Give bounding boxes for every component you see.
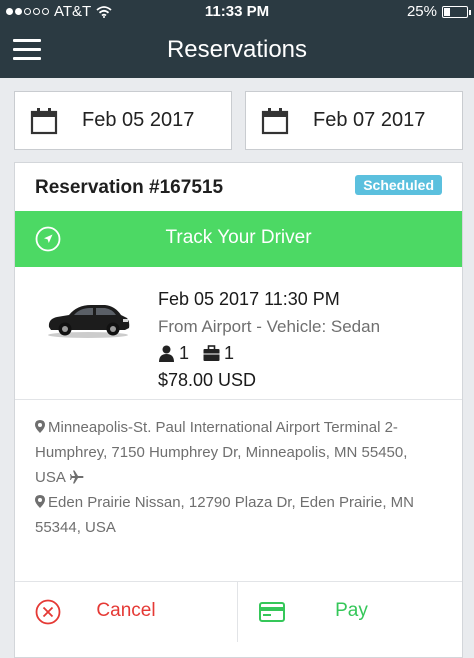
pickup-address-line-1: Minneapolis-St. Paul International Airpo… <box>48 419 398 436</box>
pickup-address: Minneapolis-St. Paul International Airpo… <box>35 415 450 490</box>
cancel-label: Cancel <box>96 600 156 621</box>
calendar-icon <box>30 107 58 134</box>
divider <box>15 399 462 400</box>
reservation-header: Reservation #167515 Scheduled <box>15 163 462 211</box>
sedan-car-image <box>48 305 130 338</box>
dropoff-address-line-1: Eden Prairie Nissan, 12790 Plaza Dr, Ede… <box>48 494 415 511</box>
pickup-address-line-2: Humphrey, 7150 Humphrey Dr, Minneapolis,… <box>35 444 408 461</box>
map-pin-icon <box>35 420 45 433</box>
reservation-card: Reservation #167515 Scheduled Track Your… <box>14 162 463 658</box>
start-date-value: Feb 05 2017 <box>82 109 195 131</box>
nav-bar: Reservations <box>0 24 474 78</box>
capacity-row: 1 1 <box>158 343 380 364</box>
map-pin-icon <box>35 495 45 508</box>
trip-details: Feb 05 2017 11:30 PM From Airport - Vehi… <box>158 289 380 391</box>
action-bar: Cancel Pay <box>15 581 462 658</box>
track-driver-button[interactable]: Track Your Driver <box>15 211 462 267</box>
pickup-datetime: Feb 05 2017 11:30 PM <box>158 289 340 309</box>
passenger-count: 1 <box>179 343 190 363</box>
track-driver-label: Track Your Driver <box>165 227 312 248</box>
pickup-address-line-3: USA <box>35 469 66 486</box>
pay-button[interactable]: Pay <box>239 582 464 642</box>
luggage-icon <box>203 345 220 361</box>
end-date-picker[interactable]: Feb 07 2017 <box>245 91 463 150</box>
dropoff-address-line-2: 55344, USA <box>35 519 116 536</box>
cancel-button[interactable]: Cancel <box>15 582 238 642</box>
end-date-value: Feb 07 2017 <box>313 109 426 131</box>
battery-icon <box>442 5 471 18</box>
battery-fill <box>444 7 450 16</box>
status-right: 25% <box>406 3 471 20</box>
calendar-icon <box>261 107 289 134</box>
status-bar: AT&T 11:33 PM 25% <box>0 0 474 24</box>
page-title: Reservations <box>166 36 308 63</box>
status-badge: Scheduled <box>355 175 442 195</box>
price: $78.00 USD <box>158 370 257 390</box>
pay-label: Pay <box>335 600 368 621</box>
start-date-picker[interactable]: Feb 05 2017 <box>14 91 232 150</box>
dropoff-address: Eden Prairie Nissan, 12790 Plaza Dr, Ede… <box>35 490 450 540</box>
trip-type: From Airport - Vehicle: Sedan <box>158 317 381 336</box>
clock: 11:33 PM <box>204 3 270 20</box>
airplane-icon <box>69 470 84 484</box>
luggage-count: 1 <box>224 343 235 363</box>
battery-percent: 25% <box>406 3 437 20</box>
reservation-number: Reservation #167515 <box>35 177 224 198</box>
passenger-icon <box>159 345 174 362</box>
